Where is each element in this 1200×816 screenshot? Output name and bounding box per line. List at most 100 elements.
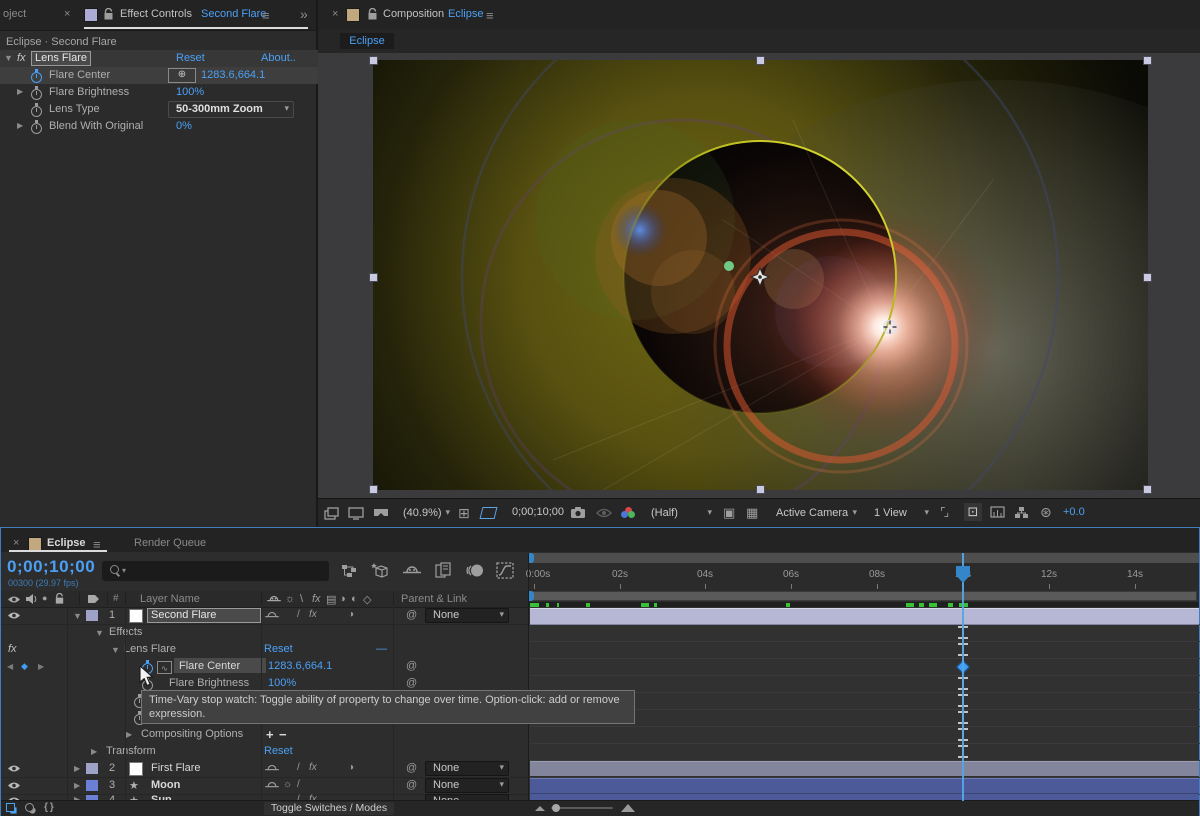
shy-layers-icon[interactable] [403, 565, 421, 577]
transform-reset-link[interactable]: Reset [264, 745, 293, 757]
effect-fx-icon[interactable]: fx [17, 52, 26, 64]
flare-center-row[interactable] [0, 67, 318, 84]
ecp-tab-title[interactable]: Effect Controls [120, 8, 192, 20]
frame-blending-icon[interactable] [435, 562, 451, 579]
work-area-bar[interactable] [529, 591, 1197, 601]
pick-whip-icon[interactable]: @ [406, 609, 417, 621]
label-color-chip[interactable] [86, 610, 98, 621]
shy-column-icon[interactable] [267, 595, 281, 604]
ecp-overflow-icon[interactable]: » [300, 6, 308, 22]
work-area-start-handle[interactable] [529, 553, 534, 563]
graph-editor-icon[interactable] [496, 562, 514, 579]
region-of-interest-icon[interactable]: ▣ [723, 505, 735, 521]
lens-type-dropdown[interactable]: 50-300mm Zoom ▾ [168, 101, 294, 118]
flare-center-stopwatch-icon[interactable] [30, 69, 42, 82]
resolution-dropdown[interactable]: (Half) ▾ [643, 505, 717, 522]
pick-whip-icon[interactable]: @ [406, 779, 417, 791]
monitor-icon[interactable] [348, 507, 364, 520]
view-layout-dropdown[interactable]: 1 View ▾ [866, 505, 934, 522]
time-ruler[interactable] [529, 563, 1199, 591]
motion-blur-switch[interactable]: ◑ [348, 762, 354, 773]
compositing-options-row[interactable]: ▶ Compositing Options + − [1, 726, 529, 743]
vr-goggles-icon[interactable] [372, 507, 390, 520]
selection-handle[interactable] [1143, 273, 1152, 282]
label-color-chip[interactable] [86, 780, 98, 791]
layer-color-swatch[interactable] [129, 762, 143, 776]
comp-panel-menu-icon[interactable]: ≡ [486, 8, 494, 23]
visibility-eye-icon[interactable] [7, 764, 21, 773]
tl-tab-render-queue[interactable]: Render Queue [134, 537, 206, 549]
motion-blur-icon[interactable] [465, 563, 484, 578]
frame-blend-column-icon[interactable]: ▤ [326, 593, 336, 606]
comp-mini-flowchart-icon[interactable] [341, 564, 358, 578]
work-area-start[interactable] [529, 591, 534, 601]
add-option-icon[interactable]: + [266, 727, 274, 742]
effect-reset-link[interactable]: Reset [264, 643, 293, 655]
selection-handle[interactable] [756, 485, 765, 494]
rulers-icon[interactable] [990, 506, 1005, 518]
show-channel-icon[interactable] [621, 507, 635, 519]
motion-blur-column-icon[interactable]: ◑ [339, 593, 346, 605]
pick-whip-icon[interactable]: @ [406, 660, 417, 672]
group-expander-icon[interactable]: ▼ [95, 628, 104, 638]
pixel-aspect-correction-icon[interactable]: ⊡ [964, 503, 982, 521]
comp-viewer-tab[interactable]: Eclipse [340, 33, 394, 49]
blend-expander-icon[interactable]: ▶ [17, 121, 23, 130]
parent-dropdown[interactable]: None ▾ [425, 608, 509, 623]
timeline-zoom-slider-knob[interactable] [552, 804, 560, 812]
visibility-eye-icon[interactable] [7, 781, 21, 790]
comp-tab-close-icon[interactable]: × [332, 8, 338, 20]
effects-group-row[interactable]: ▼ Effects [1, 624, 529, 641]
keyframe-toggle-icon[interactable]: ◆ [21, 661, 28, 672]
layer-bar-second-flare[interactable] [530, 608, 1199, 625]
fx-switch[interactable]: fx [309, 609, 317, 620]
label-column-icon[interactable] [87, 594, 100, 604]
layer-row-second-flare[interactable]: ▼ 1 Second Flare / fx ◑ @ None ▾ [1, 607, 529, 625]
cube-3d-column-icon[interactable]: ◇ [363, 593, 371, 606]
effect-about-link[interactable]: About.. [261, 52, 296, 64]
transform-group-row[interactable]: ▶ Transform Reset [1, 743, 529, 760]
comp-tab-target[interactable]: Eclipse [448, 8, 483, 20]
layer-expander-icon[interactable]: ▶ [74, 781, 80, 790]
lock-icon[interactable] [103, 8, 114, 21]
label-color-chip[interactable] [86, 763, 98, 774]
ecp-panel-menu-icon[interactable]: ≡ [262, 8, 270, 23]
blend-stopwatch-icon[interactable] [30, 120, 42, 133]
lens-type-stopwatch-icon[interactable] [30, 103, 42, 116]
prev-keyframe-icon[interactable]: ◀ [7, 662, 13, 671]
snapshot-camera-icon[interactable] [570, 506, 586, 519]
group-label[interactable]: Transform [106, 745, 156, 757]
selection-handle[interactable] [1143, 56, 1152, 65]
project-tab-close-icon[interactable]: × [64, 8, 70, 20]
blend-label[interactable]: Blend With Original [49, 120, 143, 132]
flare-brightness-value[interactable]: 100% [176, 86, 204, 98]
layer-name[interactable]: First Flare [151, 762, 201, 774]
stacked-panels-icon[interactable] [324, 507, 340, 520]
visibility-eye-icon[interactable] [7, 611, 21, 620]
adjustment-column-icon[interactable]: ◐ [351, 593, 358, 605]
comp-viewer-area[interactable] [318, 53, 1200, 498]
show-snapshot-icon[interactable] [596, 508, 612, 518]
flare-center-property-row[interactable]: ◀ ◆ ▶ ∿ Flare Center 1283.6,664.1 @ [1, 658, 529, 675]
comp-tab-title[interactable]: Composition [383, 8, 444, 20]
layer-name-column-header[interactable]: Layer Name [140, 593, 200, 605]
quality-column-icon[interactable]: \ [300, 593, 303, 605]
flare-brightness-label[interactable]: Flare Brightness [49, 86, 129, 98]
parent-dropdown[interactable]: None ▾ [425, 761, 509, 776]
flare-center-crosshair-button[interactable]: ⊕ [168, 68, 196, 83]
shy-switch-icon[interactable] [265, 764, 279, 773]
pick-whip-icon[interactable]: @ [406, 677, 417, 689]
selection-handle[interactable] [369, 485, 378, 494]
ecp-tab-target[interactable]: Second Flare [201, 8, 266, 20]
grid-guides-icon[interactable]: ⊞ [458, 505, 470, 522]
shy-switch-icon[interactable] [265, 781, 279, 790]
property-value[interactable]: 100% [268, 677, 296, 689]
mask-visibility-icon[interactable] [480, 507, 498, 519]
effect-reset-link[interactable]: Reset [176, 52, 205, 64]
collapse-column-icon[interactable]: ☼ [285, 593, 295, 605]
group-expander-icon[interactable]: ▶ [126, 730, 132, 739]
fx-switch[interactable]: fx [309, 762, 317, 773]
effect-name[interactable]: Lens Flare [31, 51, 91, 66]
draft-3d-icon[interactable] [370, 562, 389, 579]
expand-layer-switches-icon[interactable] [6, 803, 15, 812]
